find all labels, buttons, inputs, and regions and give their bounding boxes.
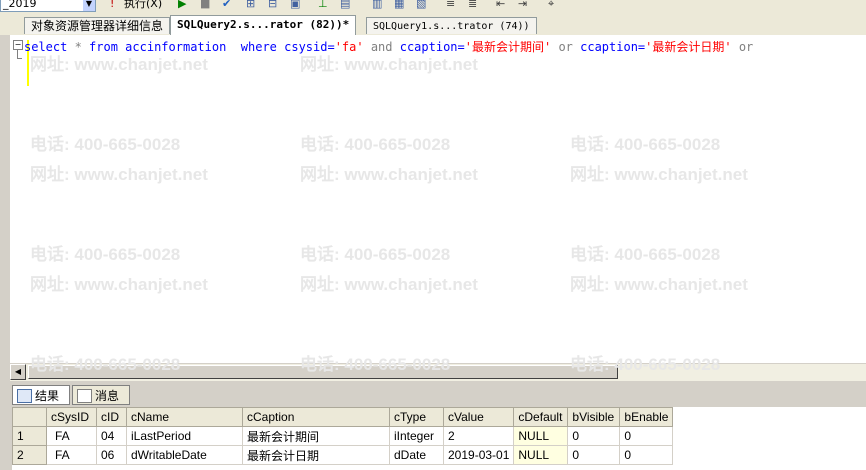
results-to-text-icon[interactable]: ▥ (372, 0, 382, 12)
specify-values-icon[interactable]: ⌖ (548, 0, 554, 12)
sql-editor[interactable]: − select * from accinformation where csy… (10, 35, 866, 363)
increase-indent-icon[interactable]: ⇥ (518, 0, 527, 12)
tab-label: SQLQuery1.s...trator (74)) (373, 21, 530, 32)
row-header-corner[interactable] (12, 407, 47, 427)
cell-bvisible[interactable]: 0 (567, 445, 621, 465)
query-options-icon[interactable]: ⊟ (268, 0, 277, 12)
keyword-from: from (89, 40, 118, 54)
column-header[interactable]: cValue (442, 407, 515, 427)
tab-label: SQLQuery2.s...rator (82))* (177, 18, 350, 31)
result-tabs: 结果 消息 (0, 382, 866, 406)
column-header[interactable]: bVisible (567, 407, 621, 427)
row-number[interactable]: 1 (12, 426, 47, 446)
results-to-file-icon[interactable]: ▧ (416, 0, 426, 12)
keyword-or: or (731, 40, 754, 54)
collapse-icon[interactable]: − (13, 40, 23, 50)
operator-star: * (67, 40, 90, 54)
tab-sqlquery1[interactable]: SQLQuery1.s...trator (74)) (366, 17, 537, 34)
tab-messages[interactable]: 消息 (72, 385, 130, 405)
cell-bvisible[interactable]: 0 (567, 426, 621, 446)
cell-cdefault[interactable]: NULL (513, 445, 569, 465)
string-period: '最新会计期间' (464, 40, 552, 54)
scroll-left-icon[interactable]: ◀ (10, 364, 26, 380)
cell-ccaption[interactable]: 最新会计日期 (242, 445, 390, 465)
code-line-1[interactable]: select * from accinformation where csysi… (24, 38, 753, 55)
uncomment-icon[interactable]: ≣ (468, 0, 477, 12)
row-number[interactable]: 2 (12, 445, 47, 465)
cell-cname[interactable]: iLastPeriod (126, 426, 243, 446)
column-header[interactable]: bEnable (619, 407, 674, 427)
tab-results[interactable]: 结果 (12, 385, 70, 405)
cell-benable[interactable]: 0 (619, 426, 674, 446)
results-grid[interactable]: cSysID cID cName cCaption cType cValue c… (12, 407, 866, 470)
tab-sqlquery2[interactable]: SQLQuery2.s...rator (82))* (170, 15, 357, 35)
keyword-or: or (551, 40, 581, 54)
decrease-indent-icon[interactable]: ⇤ (496, 0, 505, 12)
parse-icon[interactable]: ✔ (222, 0, 231, 12)
cell-benable[interactable]: 0 (619, 445, 674, 465)
execute-icon[interactable]: ! (110, 0, 114, 12)
cell-ctype[interactable]: iInteger (389, 426, 444, 446)
cell-cid[interactable]: 04 (96, 426, 127, 446)
column-header[interactable]: cType (389, 407, 444, 427)
string-fa: 'fa' (334, 40, 364, 54)
include-plan-icon[interactable]: ⊥ (318, 0, 328, 12)
cell-ctype[interactable]: dDate (389, 445, 444, 465)
database-select[interactable]: _2019 ▼ (0, 0, 96, 12)
estimated-plan-icon[interactable]: ⊞ (246, 0, 255, 12)
tab-results-label: 结果 (35, 389, 60, 403)
debug-icon[interactable]: ▶ (178, 0, 186, 12)
column-header[interactable]: cName (126, 407, 243, 427)
column-header[interactable]: cSysID (46, 407, 97, 427)
comment-icon[interactable]: ≡ (446, 0, 455, 12)
tab-object-explorer-details[interactable]: 对象资源管理器详细信息 (24, 17, 171, 34)
cell-csysid[interactable]: FA (46, 426, 97, 446)
cell-cname[interactable]: dWritableDate (126, 445, 243, 465)
string-date: '最新会计日期' (645, 40, 732, 54)
cell-csysid[interactable]: FA (46, 445, 97, 465)
client-stats-icon[interactable]: ▤ (340, 0, 350, 12)
column-ccaption: ccaption= (580, 40, 646, 54)
left-margin (0, 35, 10, 380)
horizontal-scrollbar[interactable]: ◀ (10, 363, 866, 381)
table-row[interactable]: 2 FA 06 dWritableDate 最新会计日期 dDate 2019-… (12, 445, 674, 465)
tab-label: 对象资源管理器详细信息 (31, 19, 164, 33)
cell-cvalue[interactable]: 2019-03-01 (442, 445, 515, 465)
column-ccaption: ccaption= (399, 40, 465, 54)
intellisense-icon[interactable]: ▣ (290, 0, 300, 12)
scroll-thumb[interactable] (28, 365, 618, 379)
chevron-down-icon[interactable]: ▼ (83, 0, 95, 11)
database-select-value: _2019 (3, 0, 37, 10)
table-row[interactable]: 1 FA 04 iLastPeriod 最新会计期间 iInteger 2 NU… (12, 426, 674, 446)
toolbar: _2019 ▼ ! 执行(X) ▶ ■ ✔ ⊞ ⊟ ▣ ⊥ ▤ ▥ ▦ ▧ ≡ … (0, 0, 866, 15)
results-to-grid-icon[interactable]: ▦ (394, 0, 404, 12)
column-header[interactable]: cCaption (242, 407, 390, 427)
column-header[interactable]: cID (96, 407, 127, 427)
cell-ccaption[interactable]: 最新会计期间 (242, 426, 390, 446)
table-name: accinformation (117, 40, 241, 54)
cell-cdefault[interactable]: NULL (513, 426, 569, 446)
fold-line (17, 50, 22, 59)
results-table: cSysID cID cName cCaption cType cValue c… (12, 407, 674, 465)
document-icon (77, 389, 92, 403)
grid-icon (17, 389, 32, 403)
execute-button[interactable]: 执行(X) (124, 0, 162, 12)
keyword-and: and (363, 40, 400, 54)
header-row: cSysID cID cName cCaption cType cValue c… (12, 407, 674, 427)
cell-cvalue[interactable]: 2 (442, 426, 515, 446)
tab-messages-label: 消息 (95, 389, 120, 403)
stop-icon[interactable]: ■ (200, 0, 210, 12)
column-csysid: csysid= (276, 40, 335, 54)
keyword-select: select (24, 40, 68, 54)
keyword-where: where (240, 40, 277, 54)
document-tabs: 对象资源管理器详细信息 SQLQuery2.s...rator (82))* S… (0, 14, 866, 36)
column-header[interactable]: cDefault (513, 407, 569, 427)
cell-cid[interactable]: 06 (96, 445, 127, 465)
